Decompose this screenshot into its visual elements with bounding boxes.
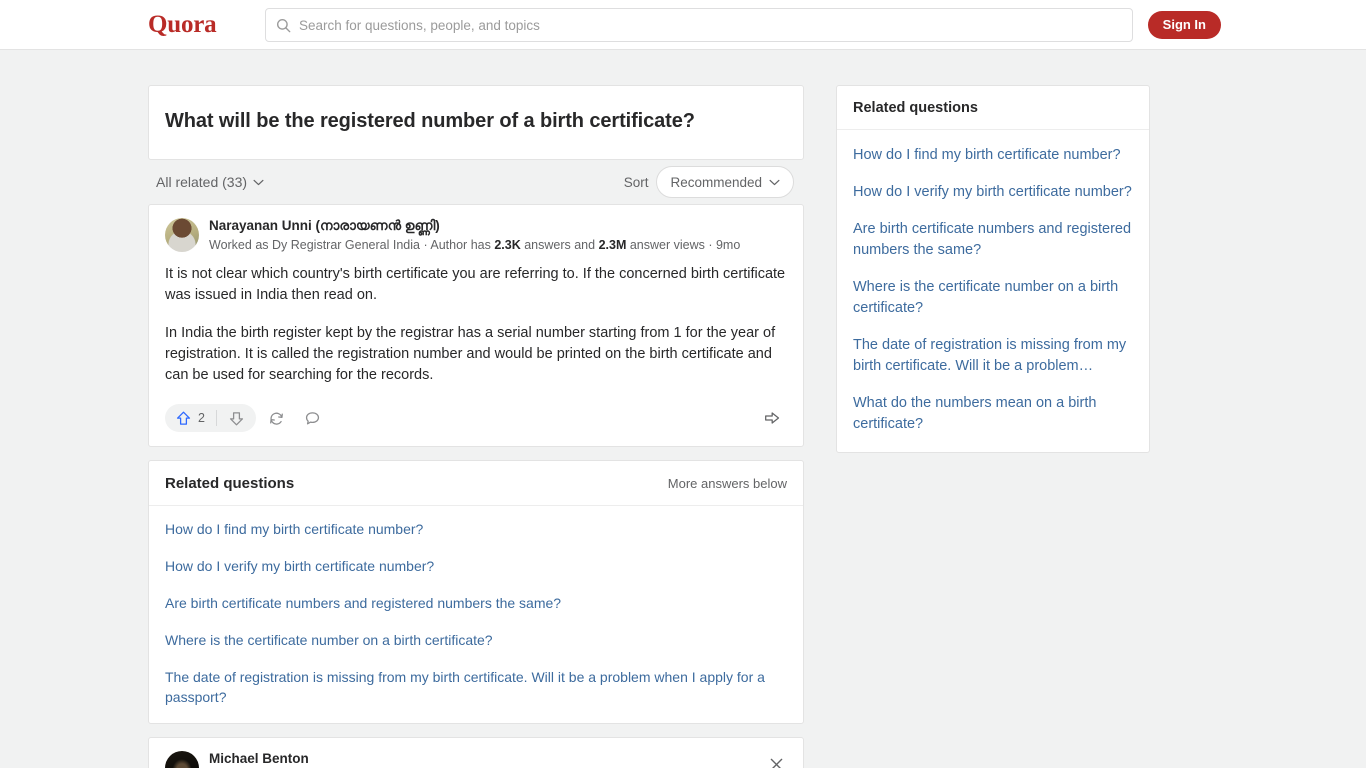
main-column: What will be the registered number of a … bbox=[148, 85, 804, 768]
answer-inner: Narayanan Unni (നാരായണൻ ഉണ്ണി) Worked as… bbox=[149, 205, 803, 446]
repost-button[interactable] bbox=[262, 403, 292, 433]
author-meta: Narayanan Unni (നാരായണൻ ഉണ്ണി) Worked as… bbox=[209, 217, 740, 254]
answer-card: Narayanan Unni (നാരായണൻ ഉണ്ണി) Worked as… bbox=[148, 204, 804, 447]
credential-prefix: Worked as Dy Registrar General India · A… bbox=[209, 238, 495, 252]
related-question-link[interactable]: The date of registration is missing from… bbox=[165, 667, 787, 707]
avatar[interactable] bbox=[165, 751, 199, 768]
upvote-arrow-icon bbox=[176, 411, 191, 425]
sidebar-related-question-link[interactable]: How do I verify my birth certificate num… bbox=[853, 182, 1133, 203]
answers-count: 2.3K bbox=[494, 238, 521, 252]
downvote-button[interactable] bbox=[217, 404, 256, 432]
upvote-count: 2 bbox=[198, 411, 205, 425]
comment-icon bbox=[306, 411, 320, 424]
answers-filter-bar: All related (33) Sort Recommended bbox=[148, 160, 804, 204]
views-count: 2.3M bbox=[598, 238, 627, 252]
page-title: What will be the registered number of a … bbox=[165, 110, 695, 132]
sidebar-title: Related questions bbox=[837, 86, 1149, 130]
chevron-down-icon bbox=[253, 179, 264, 185]
related-question-link[interactable]: How do I verify my birth certificate num… bbox=[165, 556, 787, 576]
sort-value: Recommended bbox=[670, 174, 762, 190]
quora-logo[interactable]: Quora bbox=[148, 11, 217, 39]
close-icon bbox=[770, 758, 782, 768]
author-name[interactable]: Narayanan Unni (നാരായണൻ ഉണ്ണി) bbox=[209, 217, 740, 235]
answer-inner: Michael Benton Lives in Canada (1970–pre… bbox=[149, 738, 803, 768]
chevron-down-icon bbox=[769, 179, 780, 185]
all-related-filter[interactable]: All related (33) bbox=[156, 174, 264, 190]
search-input[interactable] bbox=[299, 17, 1122, 33]
top-navigation-bar: Quora Sign In bbox=[0, 0, 1366, 50]
sidebar-related-questions-card: Related questions How do I find my birth… bbox=[836, 85, 1150, 453]
sidebar-related-list: How do I find my birth certificate numbe… bbox=[837, 130, 1149, 452]
search-icon bbox=[276, 18, 291, 32]
related-question-link[interactable]: Are birth certificate numbers and regist… bbox=[165, 593, 787, 613]
author-credential: Worked as Dy Registrar General India · A… bbox=[209, 236, 740, 254]
content-row: What will be the registered number of a … bbox=[0, 85, 1366, 768]
answer-action-bar: 2 bbox=[165, 398, 787, 438]
upvote-button[interactable]: 2 bbox=[165, 404, 216, 432]
repost-icon bbox=[270, 412, 284, 425]
sidebar-related-question-link[interactable]: What do the numbers mean on a birth cert… bbox=[853, 393, 1133, 435]
sort-group: Sort Recommended bbox=[624, 166, 794, 198]
share-button[interactable] bbox=[757, 403, 787, 433]
page-body: What will be the registered number of a … bbox=[0, 50, 1366, 768]
search-bar[interactable] bbox=[265, 8, 1133, 42]
feed-related-header: Related questions More answers below bbox=[149, 461, 803, 506]
credential-mid: answers and bbox=[520, 238, 599, 252]
question-card: What will be the registered number of a … bbox=[148, 85, 804, 160]
dismiss-answer-button[interactable] bbox=[765, 753, 787, 768]
sidebar-related-question-link[interactable]: Where is the certificate number on a bir… bbox=[853, 277, 1133, 319]
author-name[interactable]: Michael Benton bbox=[209, 750, 703, 768]
credential-suffix: answer views · bbox=[626, 238, 716, 252]
downvote-arrow-icon bbox=[229, 411, 244, 425]
sidebar-related-question-link[interactable]: Are birth certificate numbers and regist… bbox=[853, 219, 1133, 261]
comment-button[interactable] bbox=[298, 403, 328, 433]
sidebar-column: Related questions How do I find my birth… bbox=[836, 85, 1150, 768]
answer-author-row: Michael Benton Lives in Canada (1970–pre… bbox=[165, 750, 787, 768]
sign-in-button[interactable]: Sign In bbox=[1147, 11, 1221, 39]
answer-author-row: Narayanan Unni (നാരായണൻ ഉണ്ണി) Worked as… bbox=[165, 217, 787, 254]
answer-card: Michael Benton Lives in Canada (1970–pre… bbox=[148, 737, 804, 768]
answer-timestamp: 9mo bbox=[715, 238, 741, 252]
related-question-link[interactable]: How do I find my birth certificate numbe… bbox=[165, 519, 787, 539]
feed-related-questions-card: Related questions More answers below How… bbox=[148, 460, 804, 724]
answer-body: It is not clear which country's birth ce… bbox=[165, 264, 787, 386]
author-meta: Michael Benton Lives in Canada (1970–pre… bbox=[209, 750, 703, 768]
sort-dropdown[interactable]: Recommended bbox=[656, 166, 794, 198]
more-answers-below-label: More answers below bbox=[667, 476, 787, 491]
answer-paragraph: In India the birth register kept by the … bbox=[165, 325, 776, 383]
answer-paragraph: It is not clear which country's birth ce… bbox=[165, 266, 786, 303]
related-question-link[interactable]: Where is the certificate number on a bir… bbox=[165, 630, 787, 650]
sort-label: Sort bbox=[623, 174, 649, 190]
vote-pill: 2 bbox=[165, 404, 256, 432]
feed-related-list: How do I find my birth certificate numbe… bbox=[149, 506, 803, 723]
feed-related-title: Related questions bbox=[165, 475, 295, 492]
share-icon bbox=[765, 412, 780, 424]
all-related-label: All related (33) bbox=[156, 174, 248, 190]
sidebar-related-question-link[interactable]: How do I find my birth certificate numbe… bbox=[853, 145, 1133, 166]
avatar[interactable] bbox=[165, 218, 199, 252]
sidebar-related-question-link[interactable]: The date of registration is missing from… bbox=[853, 335, 1133, 377]
